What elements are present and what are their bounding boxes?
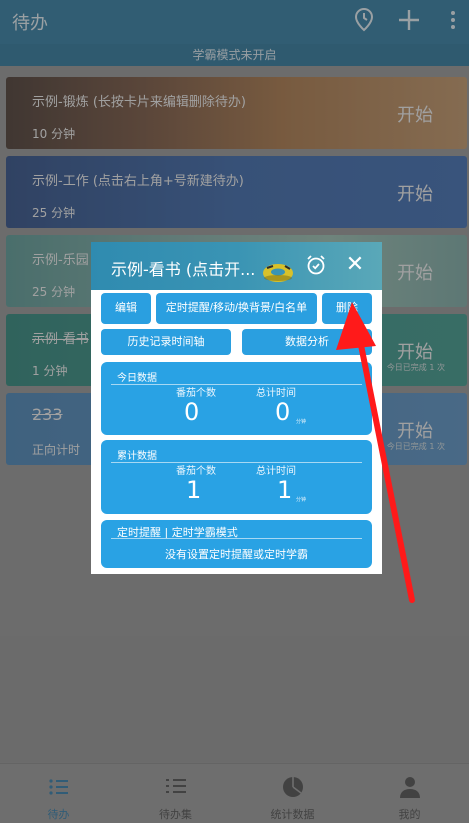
history-timeline-button[interactable]: 历史记录时间轴 [101,329,231,355]
time-unit: 分钟 [296,497,307,503]
time-unit: 分钟 [296,419,307,425]
dialog-header: 示例-看书 (点击开... ✕ [91,242,382,290]
total-time-value: 1 [277,476,293,504]
divider [111,538,362,539]
total-time-label: 总计时间 [256,388,296,399]
tomato-count-label: 番茄个数 [176,388,216,399]
edit-button[interactable]: 编辑 [101,293,151,324]
swim-ring-icon [263,264,293,282]
tomato-count-value: 0 [184,398,200,426]
total-time-label: 总计时间 [256,466,296,477]
panel-title: 累计数据 [117,451,157,462]
total-time-value: 0 [275,398,291,426]
alarm-icon[interactable] [305,254,327,276]
dialog-title: 示例-看书 (点击开... [111,260,256,279]
settings-button[interactable]: 定时提醒/移动/换背景/白名单 [156,293,317,324]
annotation-arrow [336,302,415,603]
tomato-count-label: 番茄个数 [176,466,216,477]
close-icon[interactable]: ✕ [345,253,365,277]
tomato-count-value: 1 [186,476,202,504]
divider [111,462,362,463]
panel-title: 今日数据 [117,373,157,384]
divider [111,384,362,385]
